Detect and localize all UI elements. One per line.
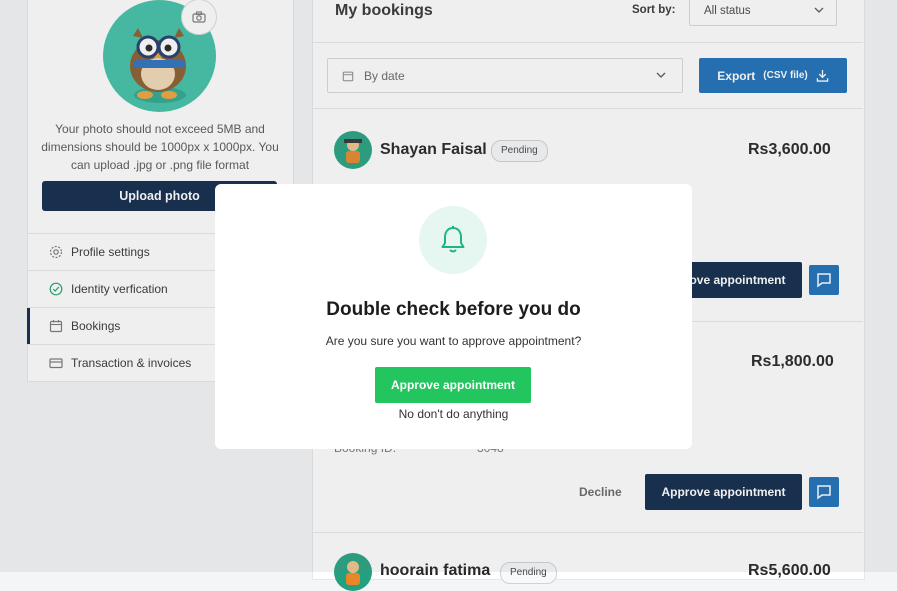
bell-icon <box>441 226 465 253</box>
bell-icon-container <box>419 206 487 274</box>
cancel-link[interactable]: No don't do anything <box>215 407 692 421</box>
confirm-dialog: Double check before you do Are you sure … <box>215 184 692 449</box>
dialog-title: Double check before you do <box>326 299 581 320</box>
dialog-message: Are you sure you want to approve appoint… <box>325 334 582 348</box>
confirm-approve-button[interactable]: Approve appointment <box>375 367 531 403</box>
